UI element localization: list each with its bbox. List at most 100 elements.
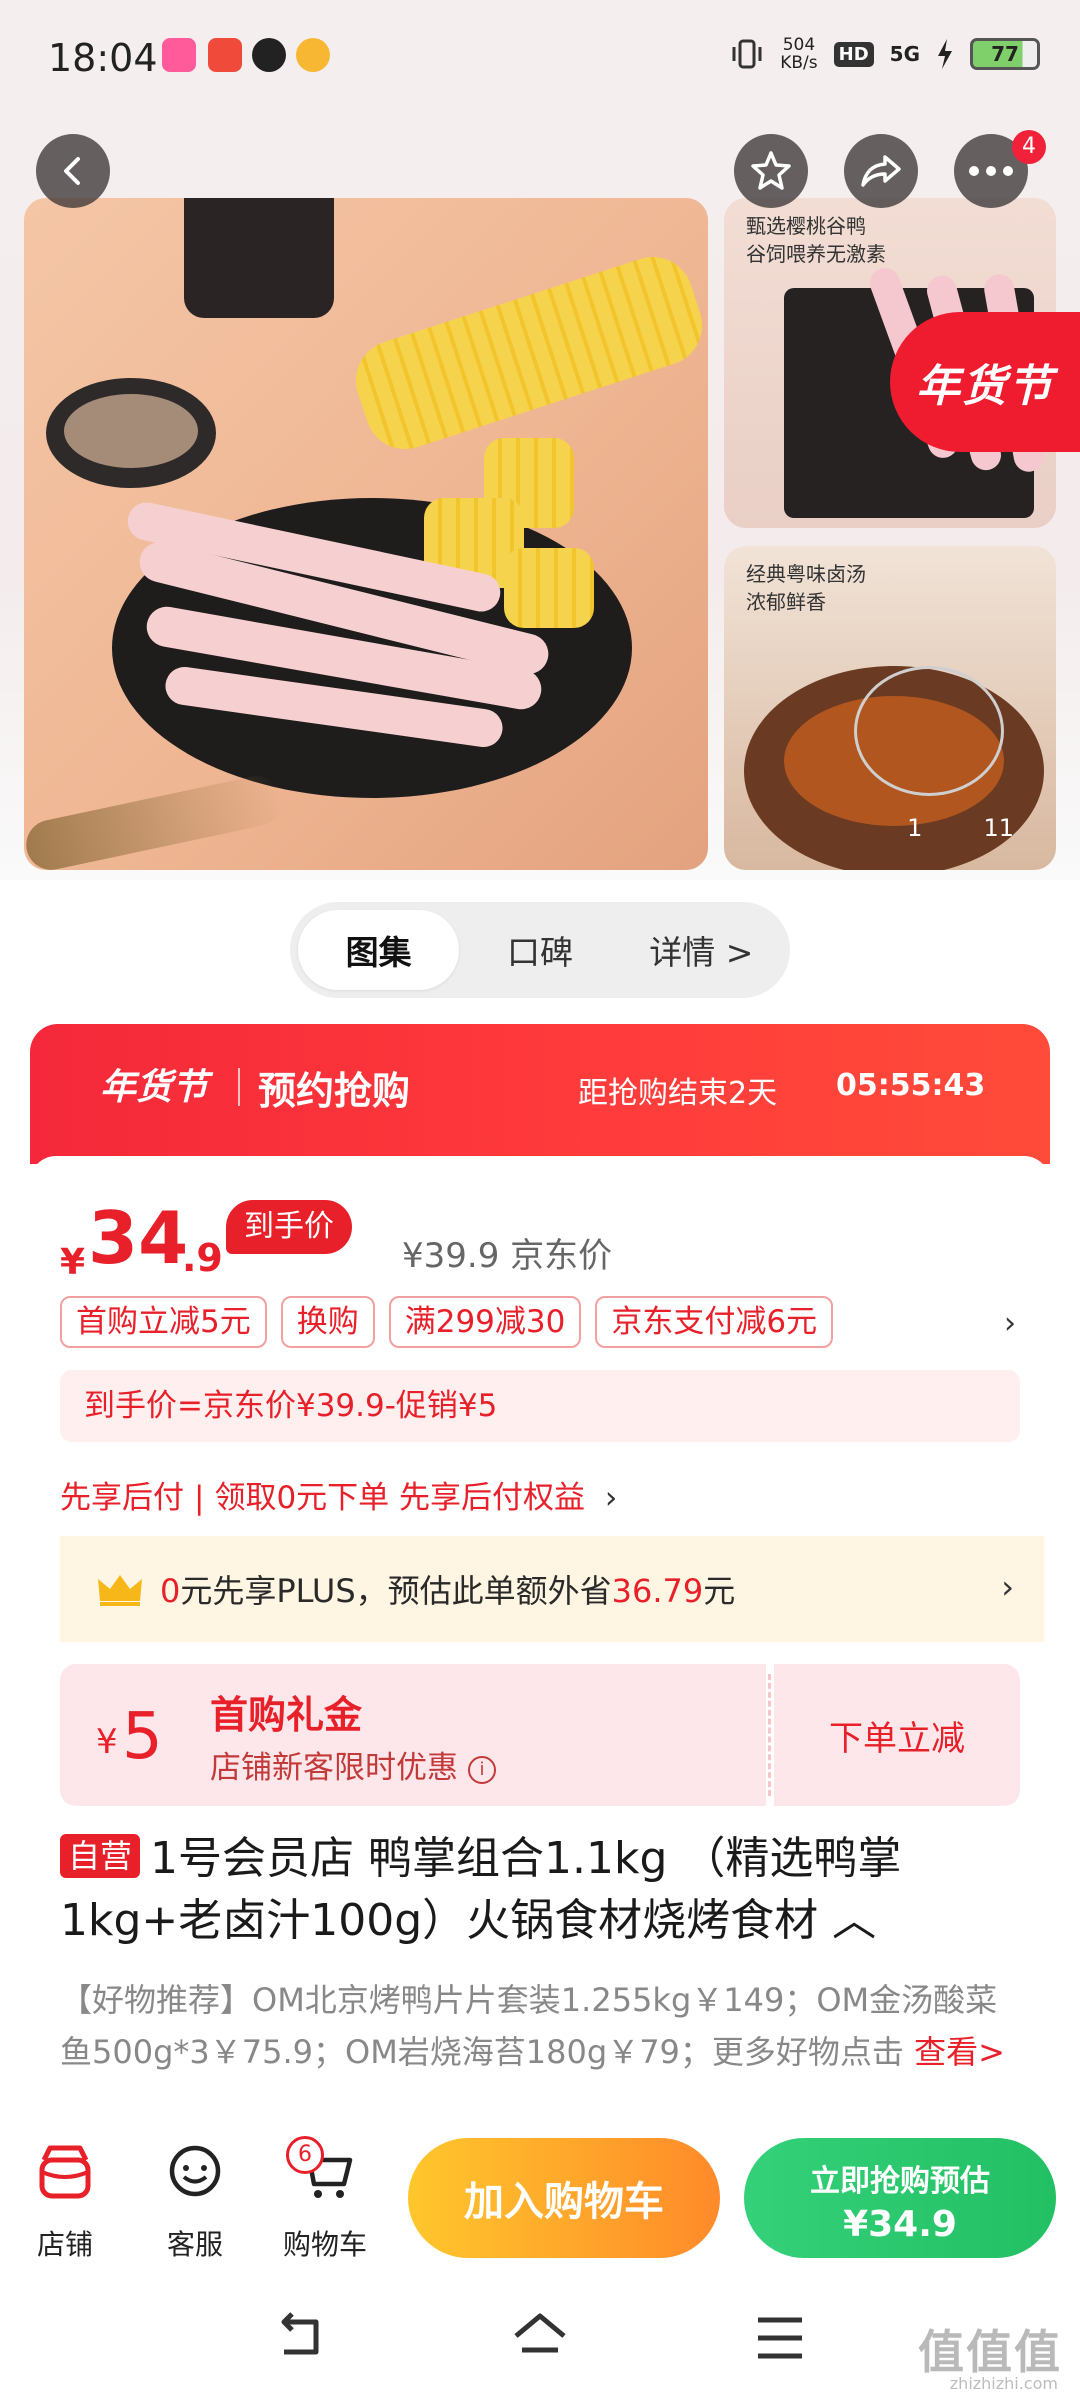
tab-details[interactable]: 详情 > [621, 910, 782, 990]
qq-icon [252, 38, 286, 72]
recommendation-body: 【好物推荐】OM北京烤鸭片片套装1.255kg￥149；OM金汤酸菜鱼500g*… [60, 1981, 998, 2071]
strainer [854, 666, 1004, 796]
vibrate-icon [732, 39, 762, 69]
more-badge: 4 [1012, 130, 1046, 164]
view-more-link[interactable]: 查看> [914, 2033, 1005, 2071]
pay-later-label: 先享后付 [60, 1480, 184, 1516]
app-notification-icon [162, 38, 196, 72]
coupon-info: ¥ 5 首购礼金 店铺新客限时优惠 i [60, 1664, 766, 1806]
status-bar: 18:04 504 KB/s HD 5G 77 [0, 0, 1080, 120]
store-icon [39, 2145, 91, 2199]
final-price-tag: 到手价 [226, 1200, 352, 1254]
chevron-right-icon[interactable]: › [1004, 1306, 1016, 1341]
home-nav-icon[interactable] [510, 2310, 570, 2366]
black-cup [184, 198, 334, 318]
self-operated-tag: 自营 [60, 1834, 141, 1878]
crown-icon [98, 1575, 142, 1606]
watermark-site: zhizhizhi.com [949, 2374, 1058, 2393]
info-icon[interactable]: i [468, 1755, 496, 1784]
chevron-right-icon: › [604, 1480, 618, 1516]
store-label: 店铺 [36, 2228, 93, 2261]
corn-piece [504, 548, 594, 628]
system-navigation-bar: 值值值 zhizhizhi.com [0, 2276, 1080, 2400]
flash-sale-title: 预约抢购 [258, 1069, 411, 1113]
side-image-1-caption: 甄选樱桃谷鸭 谷饲喂养无激素 [746, 214, 886, 266]
hd-icon: HD [833, 41, 874, 67]
coupon-amount: 5 [122, 1700, 163, 1774]
tab-reviews[interactable]: 口碑 [459, 910, 620, 990]
cart-label: 购物车 [282, 2228, 367, 2261]
festival-badge[interactable]: 年货节 [890, 312, 1080, 452]
main-product-image[interactable] [24, 198, 708, 870]
share-icon [861, 155, 901, 187]
countdown-timer: 05:55:43 [836, 1068, 986, 1103]
cart-count-badge: 6 [286, 2136, 324, 2174]
promo-chip[interactable]: 京东支付减6元 [595, 1296, 834, 1348]
product-title: 1号会员店 鸭掌组合1.1kg （精选鸭掌1kg+老卤汁100g）火锅食材烧烤食… [60, 1833, 902, 1946]
coupon-title: 首购礼金 [210, 1693, 363, 1737]
chevron-right-icon: › [1001, 1568, 1014, 1606]
price-currency: ¥ [60, 1242, 86, 1283]
recommendation-text: 【好物推荐】OM北京烤鸭片片套装1.255kg￥149；OM金汤酸菜鱼500g*… [60, 1974, 1020, 2078]
plus-membership-banner[interactable]: 0元先享PLUS，预估此单额外省36.79元 › [60, 1536, 1044, 1642]
wheat-decoration [24, 771, 287, 870]
share-button[interactable] [844, 134, 918, 208]
price-integer: 34 [88, 1196, 189, 1280]
customer-service-button[interactable]: 客服 [140, 2142, 250, 2263]
app-notification-icon [208, 38, 242, 72]
star-icon [751, 151, 791, 190]
menu-nav-icon[interactable] [750, 2310, 810, 2366]
coupon-currency: ¥ [96, 1722, 118, 1762]
back-nav-icon[interactable] [270, 2310, 330, 2366]
net-speed: 504 KB/s [780, 35, 818, 73]
store-button[interactable]: 店铺 [10, 2142, 120, 2263]
signal-5g-icon: 5G [889, 42, 920, 66]
charging-icon [938, 39, 952, 69]
watermark-logo: 值值值 [918, 2325, 1062, 2379]
flash-sale-header: 年货节 预约抢购 距抢购结束2天 05:55:43 [30, 1024, 1050, 1164]
favorite-button[interactable] [734, 134, 808, 208]
countdown-label: 距抢购结束2天 [578, 1076, 778, 1111]
chat-smile-icon [169, 2145, 221, 2197]
back-arrow-icon [64, 157, 80, 185]
buy-now-button[interactable]: 立即抢购预估 ¥34.9 [744, 2138, 1056, 2258]
gallery-pager: 1 11 [907, 814, 1014, 842]
buy-now-label: 立即抢购预估 [810, 2164, 990, 2199]
battery-icon: 77 [970, 38, 1040, 70]
coupon-subtitle: 店铺新客限时优惠 i [210, 1742, 496, 1787]
plus-text: 0元先享PLUS，预估此单额外省36.79元 [160, 1572, 736, 1610]
media-tabs: 图集 口碑 详情 > [290, 902, 790, 998]
tab-gallery[interactable]: 图集 [298, 910, 460, 990]
customer-service-label: 客服 [166, 2228, 223, 2261]
pay-later-row[interactable]: 先享后付 | 领取0元下单 先享后付权益 › [60, 1472, 617, 1517]
price-formula: 到手价=京东价¥39.9-促销¥5 [60, 1370, 1020, 1442]
coupon-action-area[interactable]: 下单立减 [774, 1664, 1020, 1806]
side-image-2[interactable]: 经典粤味卤汤 浓郁鲜香 1 11 [724, 546, 1056, 870]
jd-price: ¥39.9 京东价 [402, 1236, 613, 1276]
side-image-2-caption: 经典粤味卤汤 浓郁鲜香 [746, 562, 866, 614]
header-divider [238, 1068, 240, 1106]
more-dots-icon [969, 166, 1013, 176]
add-to-cart-button[interactable]: 加入购物车 [408, 2138, 720, 2258]
promo-chip[interactable]: 首购立减5元 [60, 1296, 267, 1348]
spice-bowl-inner [64, 394, 198, 468]
corn-cob [345, 246, 708, 460]
buy-now-price: ¥34.9 [843, 2204, 957, 2245]
product-gallery[interactable]: 甄选樱桃谷鸭 谷饲喂养无激素 经典粤味卤汤 浓郁鲜香 1 11 年货节 4 [0, 120, 1080, 880]
coupon-divider [768, 1674, 771, 1796]
back-button[interactable] [36, 134, 110, 208]
first-purchase-coupon[interactable]: ¥ 5 首购礼金 店铺新客限时优惠 i 下单立减 [60, 1664, 1020, 1806]
bottom-action-bar: 店铺 客服 购物车 6 加入购物车 立即抢购预估 ¥34.9 [0, 2128, 1080, 2276]
promo-chips[interactable]: 首购立减5元 换购 满299减30 京东支付减6元 [60, 1296, 834, 1348]
status-time: 18:04 [48, 36, 158, 80]
status-indicators: 504 KB/s HD 5G 77 [730, 36, 1040, 72]
festival-logo: 年货节 [100, 1067, 209, 1108]
promo-chip[interactable]: 换购 [280, 1296, 375, 1348]
pay-later-offer: 领取0元下单 先享后付权益 [214, 1480, 586, 1516]
app-notification-icon [296, 38, 330, 72]
product-title-block[interactable]: 自营 1号会员店 鸭掌组合1.1kg （精选鸭掌1kg+老卤汁100g）火锅食材烧… [60, 1828, 1020, 1952]
divider: | [194, 1480, 205, 1516]
price-decimal: .9 [182, 1236, 223, 1280]
promo-chip[interactable]: 满299减30 [388, 1296, 582, 1348]
coupon-action-button[interactable]: 下单立减 [774, 1664, 1020, 1806]
